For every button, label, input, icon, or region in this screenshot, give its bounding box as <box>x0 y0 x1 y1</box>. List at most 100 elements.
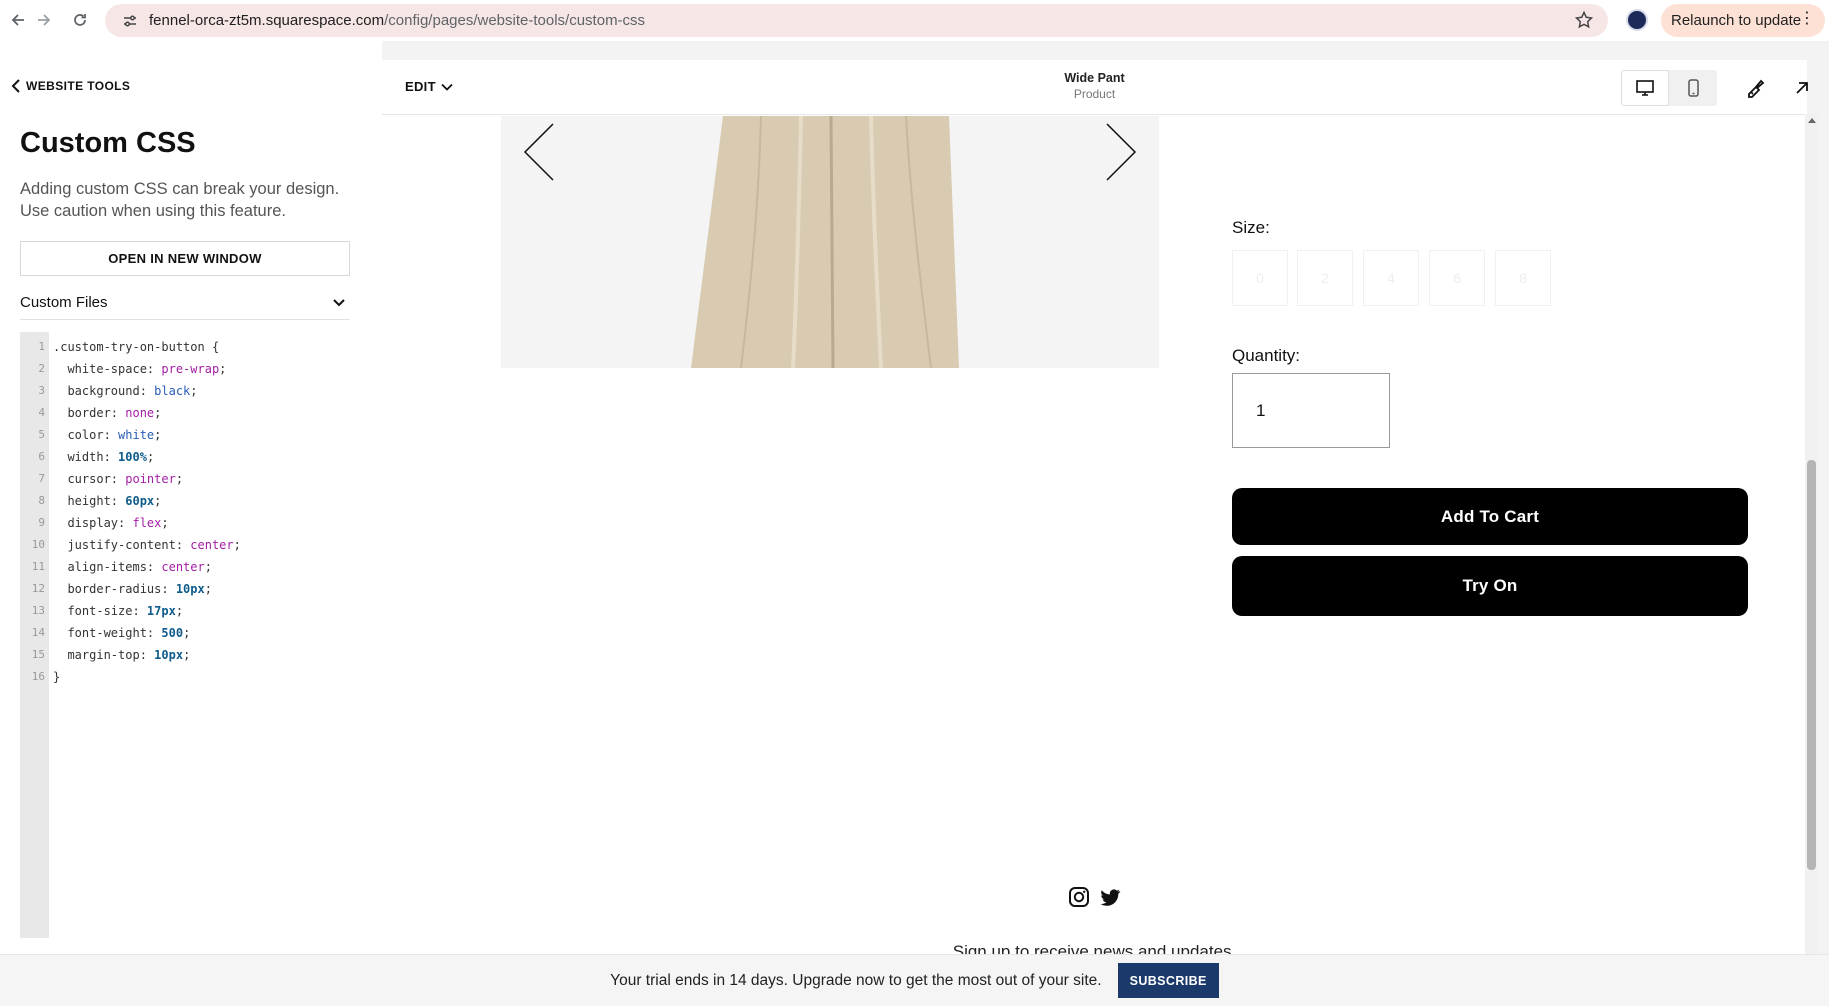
back-label: WEBSITE TOOLS <box>26 79 131 93</box>
code-token: white <box>118 428 155 442</box>
trial-banner: Your trial ends in 14 days. Upgrade now … <box>0 954 1829 1006</box>
line-number: 6 <box>38 450 45 463</box>
size-option[interactable]: 4 <box>1363 250 1419 306</box>
line-number: 14 <box>31 626 45 639</box>
size-option[interactable]: 2 <box>1297 250 1353 306</box>
size-option[interactable]: 6 <box>1429 250 1485 306</box>
page-title: Wide Pant <box>1064 71 1125 85</box>
mobile-icon[interactable] <box>1669 70 1717 106</box>
quantity-label: Quantity: <box>1232 346 1301 365</box>
try-on-button[interactable]: Try On <box>1232 556 1748 616</box>
line-number-gutter: 1 2 3 4 5 6 7 8 9 10 11 12 13 14 15 16 <box>20 332 49 938</box>
code-area[interactable]: .custom-try-on-button { white-space: pre… <box>49 332 350 938</box>
code-line: border: none; <box>53 402 350 424</box>
code-line: border-radius: 10px; <box>53 578 350 600</box>
code-token: ; <box>204 582 212 596</box>
code-line: background: black; <box>53 380 350 402</box>
code-token: ; <box>146 450 155 464</box>
add-to-cart-button[interactable]: Add To Cart <box>1232 488 1748 545</box>
scroll-up-arrow-icon[interactable] <box>1808 118 1816 123</box>
code-token: center <box>161 560 205 574</box>
page-name: Wide Pant Product <box>382 71 1807 101</box>
reload-icon[interactable] <box>62 2 98 38</box>
subscribe-button[interactable]: SUBSCRIBE <box>1117 963 1219 998</box>
size-option[interactable]: 0 <box>1232 250 1288 306</box>
device-toggle <box>1621 70 1717 106</box>
code-line: margin-top: 10px; <box>53 644 350 666</box>
code-token: ; <box>219 362 227 376</box>
code-line: height: 60px; <box>53 490 350 512</box>
code-token: width: <box>53 450 119 464</box>
code-token: margin-top: <box>53 648 155 662</box>
code-token: ; <box>190 384 198 398</box>
code-token: cursor: <box>53 472 126 486</box>
quantity-input[interactable]: 1 <box>1232 373 1390 448</box>
code-line: white-space: pre-wrap; <box>53 358 350 380</box>
code-line: display: flex; <box>53 512 350 534</box>
desktop-icon[interactable] <box>1621 70 1669 106</box>
code-line: justify-content: center; <box>53 534 350 556</box>
custom-files-label: Custom Files <box>20 293 108 311</box>
code-token: pointer <box>125 472 176 486</box>
line-number: 5 <box>38 428 45 441</box>
open-in-new-window-button[interactable]: OPEN IN NEW WINDOW <box>20 241 350 276</box>
line-number: 10 <box>31 538 45 551</box>
code-line: font-size: 17px; <box>53 600 350 622</box>
prev-image-arrow-icon[interactable] <box>521 122 557 182</box>
instagram-icon[interactable] <box>1068 886 1090 908</box>
profile-avatar[interactable] <box>1626 9 1648 31</box>
site-settings-icon[interactable] <box>115 13 145 29</box>
relaunch-button[interactable]: Relaunch to update ⋮ <box>1661 4 1825 37</box>
code-token: ; <box>204 560 212 574</box>
code-token: ; <box>233 538 241 552</box>
code-token: ; <box>183 626 191 640</box>
code-token: } <box>53 670 61 684</box>
chevron-down-icon <box>333 299 345 307</box>
code-token: border-radius: <box>53 582 176 596</box>
code-token: display: <box>53 516 133 530</box>
line-number: 4 <box>38 406 45 419</box>
size-option[interactable]: 8 <box>1495 250 1551 306</box>
line-number: 8 <box>38 494 45 507</box>
code-token: white-space: <box>53 362 162 376</box>
code-token: 500 <box>161 626 184 640</box>
back-to-website-tools[interactable]: WEBSITE TOOLS <box>10 79 130 93</box>
relaunch-label: Relaunch to update <box>1671 12 1802 29</box>
url-text: fennel-orca-zt5m.squarespace.com/config/… <box>149 12 646 29</box>
trial-message: Your trial ends in 14 days. Upgrade now … <box>610 971 1102 989</box>
address-bar[interactable]: fennel-orca-zt5m.squarespace.com/config/… <box>105 4 1608 37</box>
custom-files-dropdown[interactable]: Custom Files <box>20 285 350 320</box>
next-image-arrow-icon[interactable] <box>1103 122 1139 182</box>
twitter-icon[interactable] <box>1099 886 1121 908</box>
expand-arrow-icon[interactable] <box>1790 76 1814 100</box>
code-token: ; <box>154 494 162 508</box>
more-menu-icon[interactable]: ⋮ <box>1799 11 1815 27</box>
code-token: font-size: <box>53 604 147 618</box>
code-token: 100% <box>118 450 147 464</box>
forward-arrow-icon[interactable] <box>26 2 62 38</box>
code-token: font-weight: <box>53 626 162 640</box>
product-image <box>501 116 1159 368</box>
bookmark-star-icon[interactable] <box>1574 10 1594 35</box>
size-label: Size: <box>1232 218 1270 237</box>
page-subtitle: Product <box>1073 87 1116 101</box>
line-number: 15 <box>31 648 45 661</box>
code-token: 17px <box>146 604 176 618</box>
line-number: 1 <box>38 340 45 353</box>
code-token: pre-wrap <box>161 362 220 376</box>
line-number: 2 <box>38 362 45 375</box>
code-line: } <box>53 666 350 688</box>
line-number: 16 <box>31 670 45 683</box>
code-line: cursor: pointer; <box>53 468 350 490</box>
code-token: 60px <box>125 494 155 508</box>
paintbrush-icon[interactable] <box>1743 76 1767 100</box>
preview-scrollbar[interactable] <box>1805 114 1818 954</box>
code-token: justify-content: <box>53 538 191 552</box>
code-token: .custom-try-on-button { <box>53 340 220 354</box>
css-code-editor[interactable]: 1 2 3 4 5 6 7 8 9 10 11 12 13 14 15 16 .custom-try-on-b… <box>20 332 350 938</box>
scroll-thumb[interactable] <box>1807 460 1816 870</box>
site-preview-frame: EDIT Wide Pant Product Size: 0 2 4 6 8 Q… <box>382 60 1808 954</box>
code-token: ; <box>154 406 162 420</box>
code-token: none <box>125 406 155 420</box>
code-token: 10px <box>175 582 205 596</box>
